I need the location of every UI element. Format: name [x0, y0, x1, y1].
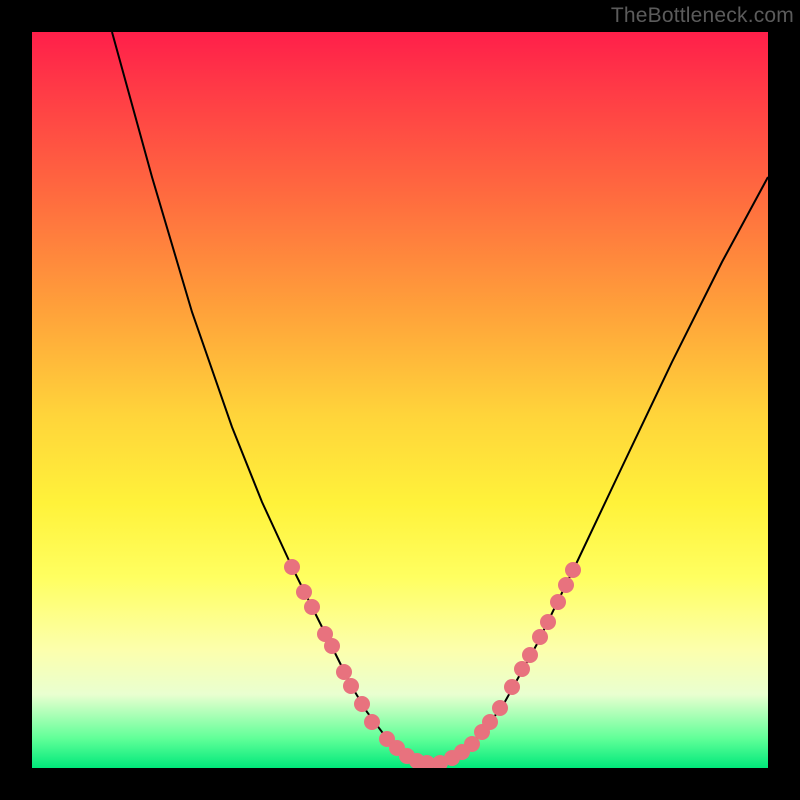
marker-dot	[504, 679, 520, 695]
marker-dot	[304, 599, 320, 615]
marker-dot	[522, 647, 538, 663]
marker-dot	[532, 629, 548, 645]
marker-dot	[565, 562, 581, 578]
marker-dot	[550, 594, 566, 610]
watermark-text: TheBottleneck.com	[611, 4, 794, 28]
marker-dot	[540, 614, 556, 630]
marker-dot	[558, 577, 574, 593]
marker-dot	[324, 638, 340, 654]
chart-svg	[32, 32, 768, 768]
marker-dot	[296, 584, 312, 600]
bottleneck-curve	[112, 32, 768, 763]
marker-dot	[364, 714, 380, 730]
marker-dot	[354, 696, 370, 712]
marker-dot	[336, 664, 352, 680]
marker-dot	[514, 661, 530, 677]
marker-dot	[284, 559, 300, 575]
curve-markers	[284, 559, 581, 768]
marker-dot	[492, 700, 508, 716]
marker-dot	[343, 678, 359, 694]
marker-dot	[482, 714, 498, 730]
marker-dot	[454, 744, 470, 760]
chart-frame	[32, 32, 768, 768]
